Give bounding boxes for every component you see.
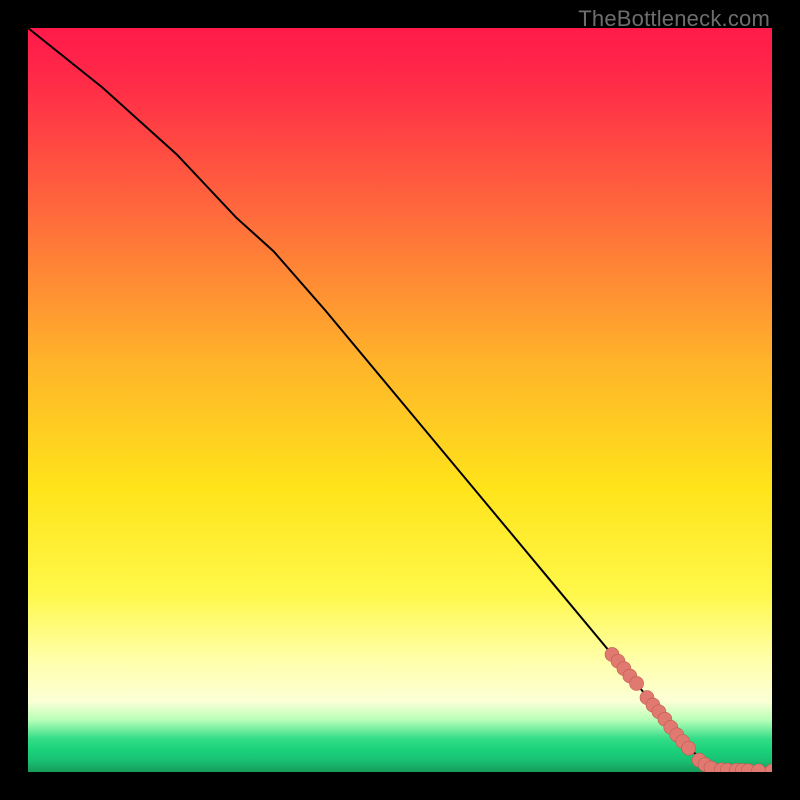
chart-frame: TheBottleneck.com (0, 0, 800, 800)
watermark-text: TheBottleneck.com (578, 6, 770, 32)
data-marker (630, 676, 644, 690)
plot-area (28, 28, 772, 772)
plot-svg (28, 28, 772, 772)
data-marker (682, 741, 696, 755)
